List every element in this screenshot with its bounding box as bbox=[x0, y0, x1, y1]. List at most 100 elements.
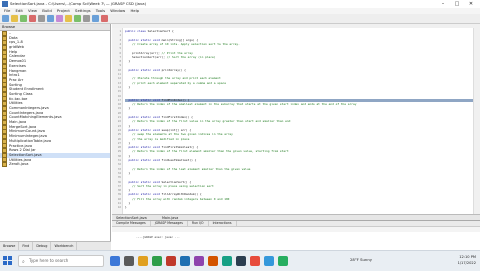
code-line: } bbox=[125, 107, 130, 110]
tab-workbench[interactable]: Workbench bbox=[51, 242, 78, 250]
code-token: printArray() { bbox=[161, 67, 186, 72]
code-line: // Return the index of the first value i… bbox=[125, 120, 290, 123]
code-line: // Create array of 10 ints. Apply select… bbox=[125, 41, 240, 46]
line-number: 42 bbox=[117, 206, 121, 210]
toolbar-button-7[interactable] bbox=[56, 15, 63, 22]
taskbar-app-icon[interactable] bbox=[124, 256, 134, 266]
browser-header: Browse bbox=[0, 24, 110, 31]
toolbar-button-6[interactable] bbox=[47, 15, 54, 22]
toolbar-button-9[interactable] bbox=[74, 15, 81, 22]
line-number: 1 bbox=[119, 30, 121, 33]
line-number: 23 bbox=[117, 124, 121, 128]
code-editor[interactable]: 1 2 3 4 5 6 7 8 9 10 11 12 13 14 15 16 17 18 19 20 21 22 23 24 2… bbox=[112, 28, 480, 214]
line-number: 4 bbox=[119, 42, 121, 46]
code-token: // Return the index of the last element … bbox=[131, 166, 251, 171]
message-output: ----jGRASP exec: javac ... bbox=[136, 235, 180, 239]
taskbar-app-icon[interactable] bbox=[278, 256, 288, 266]
close-button[interactable]: ✕ bbox=[464, 0, 478, 8]
toolbar-button-3[interactable] bbox=[20, 15, 27, 22]
taskbar-app-icon[interactable] bbox=[180, 256, 190, 266]
windows-start-icon[interactable] bbox=[3, 256, 13, 266]
line-number: 20 bbox=[117, 111, 121, 115]
toolbar-button-8[interactable] bbox=[65, 15, 72, 22]
toolbar bbox=[0, 14, 480, 24]
line-number: 40 bbox=[117, 197, 121, 201]
taskbar-app-icon[interactable] bbox=[110, 256, 120, 266]
taskbar-app-icon[interactable] bbox=[166, 256, 176, 266]
toolbar-button-11[interactable] bbox=[92, 15, 99, 22]
file-name: ZeroIt.java bbox=[9, 162, 29, 167]
tab-find[interactable]: Find bbox=[19, 242, 34, 250]
code-line: public static void printArray() { bbox=[125, 67, 186, 72]
maximize-button[interactable]: □ bbox=[450, 0, 464, 8]
line-number: 17 bbox=[117, 98, 121, 102]
toolbar-button-1[interactable] bbox=[2, 15, 9, 22]
code-line: public class SelectionSort { bbox=[125, 29, 174, 33]
toolbar-button-12[interactable] bbox=[101, 15, 108, 22]
code-line: SelectionSort(arr); // Sort the array (i… bbox=[125, 54, 216, 59]
line-number: 2 bbox=[119, 34, 121, 38]
tab-interactions[interactable]: Interactions bbox=[209, 221, 237, 226]
system-clock[interactable]: 12:10 PM 1/17/2022 bbox=[458, 254, 476, 266]
tab-browse[interactable]: Browse bbox=[0, 242, 20, 250]
code-line: // print each element separated by a com… bbox=[125, 80, 226, 85]
search-icon: ⌕ bbox=[22, 259, 25, 265]
line-number: 27 bbox=[117, 141, 121, 145]
line-number: 21 bbox=[117, 116, 121, 119]
tab-debug[interactable]: Debug bbox=[33, 242, 52, 250]
line-number: 6 bbox=[119, 51, 121, 55]
vertical-scrollbar[interactable] bbox=[473, 28, 480, 214]
browser-tabs: Browse Find Debug Workbench bbox=[0, 241, 111, 250]
file-list-item[interactable]: ZeroIt.java bbox=[0, 162, 110, 168]
toolbar-button-5[interactable] bbox=[38, 15, 45, 22]
taskbar-app-icon[interactable] bbox=[250, 256, 260, 266]
minimize-button[interactable]: – bbox=[436, 0, 450, 8]
line-number: 24 bbox=[117, 128, 121, 132]
tab-compile-messages[interactable]: Compile Messages bbox=[112, 221, 151, 226]
toolbar-button-10[interactable] bbox=[83, 15, 90, 22]
line-number: 33 bbox=[117, 167, 121, 171]
line-number: 16 bbox=[117, 94, 121, 98]
taskbar-app-icon[interactable] bbox=[194, 256, 204, 266]
code-token: findLastSmallest() { bbox=[161, 158, 197, 162]
code-token: // Return the index of the first value i… bbox=[131, 119, 291, 124]
taskbar-search-input[interactable]: ⌕ Type here to search bbox=[18, 255, 104, 267]
taskbar-app-icon[interactable] bbox=[138, 256, 148, 266]
message-panel: Compile Messages jGRASP Messages Run I/O… bbox=[112, 220, 480, 251]
code-token: // Create array of 10 ints. Apply select… bbox=[131, 41, 240, 46]
code-token: SelectionSort(arr); bbox=[125, 54, 167, 59]
code-token: // Sort the array (in place) bbox=[166, 54, 216, 59]
tab-run-io[interactable]: Run I/O bbox=[188, 221, 209, 226]
toolbar-button-4[interactable] bbox=[29, 15, 36, 22]
line-number: 28 bbox=[117, 146, 121, 150]
taskbar-app-icon[interactable] bbox=[222, 256, 232, 266]
weather-widget[interactable]: 28°F Sunny bbox=[350, 257, 372, 262]
line-number: 38 bbox=[117, 189, 121, 193]
line-number: 14 bbox=[117, 85, 121, 89]
taskbar-app-icon[interactable] bbox=[236, 256, 246, 266]
code-token: } bbox=[125, 84, 131, 89]
code-line: // Sort the array in place using selecti… bbox=[125, 184, 214, 188]
line-number: 34 bbox=[117, 171, 121, 175]
toolbar-button-2[interactable] bbox=[11, 15, 18, 22]
line-number: 31 bbox=[117, 159, 121, 162]
taskbar: ⌕ Type here to search 28°F Sunny 12:10 P… bbox=[0, 250, 480, 271]
line-number: 10 bbox=[117, 68, 121, 72]
file-browser: Browse .. Data cps_1-8 gridWeb Help Calendar D… bbox=[0, 24, 111, 250]
file-icon bbox=[2, 162, 7, 168]
code-line: // Return the index of the last element … bbox=[125, 166, 251, 171]
tab-jgrasp-messages[interactable]: jGRASP Messages bbox=[151, 221, 188, 226]
taskbar-app-icon[interactable] bbox=[152, 256, 162, 266]
code-line: // Return the index of the first element… bbox=[125, 150, 289, 153]
line-number: 8 bbox=[119, 60, 121, 64]
line-number: 7 bbox=[119, 55, 121, 59]
code-token: // print each element separated by a com… bbox=[131, 80, 226, 85]
taskbar-app-icon[interactable] bbox=[208, 256, 218, 266]
taskbar-app-icon[interactable] bbox=[264, 256, 274, 266]
code-token: // Return the index of the smallest elem… bbox=[131, 102, 357, 107]
line-number: 15 bbox=[117, 90, 121, 94]
line-number: 41 bbox=[117, 202, 121, 205]
line-number: 35 bbox=[117, 176, 121, 180]
line-number: 37 bbox=[117, 184, 121, 188]
